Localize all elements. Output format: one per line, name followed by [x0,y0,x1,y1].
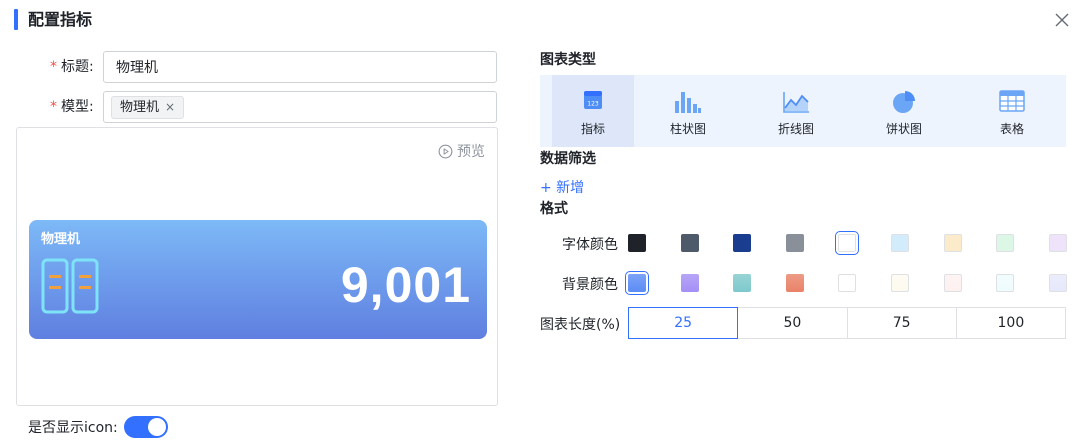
chart-type-label: 指标 [580,122,605,136]
font-color-swatch[interactable] [786,234,804,252]
font-color-swatch[interactable] [628,234,646,252]
close-icon[interactable] [1052,10,1072,30]
card-title: 物理机 [41,232,81,247]
bg-swatch[interactable] [733,274,751,292]
pie-chart-icon [893,91,915,113]
preview-panel: 预览 物理机 9,001 [16,127,498,406]
title-label: * 标题: [50,51,94,83]
bar-chart-icon [675,92,701,113]
tag-close-icon[interactable]: × [165,100,175,114]
title-accent-bar [14,9,18,30]
model-tag-label: 物理机 [120,100,160,115]
chart-type-pie[interactable]: 饼状图 [850,75,958,147]
length-option[interactable]: 75 [847,307,957,339]
font-color-swatch[interactable] [996,234,1014,252]
chart-length-label: 图表长度(%) [540,317,621,333]
bg-swatch[interactable] [1049,274,1067,292]
bg-swatch[interactable] [681,274,699,292]
svg-text:123: 123 [587,101,599,108]
chart-type-label: 表格 [999,122,1024,136]
bg-swatch[interactable] [786,274,804,292]
font-color-label: 字体颜色 [562,237,618,253]
model-label-text: 模型: [61,99,94,115]
chart-type-label: 柱状图 [669,122,706,136]
chart-type-label: 饼状图 [885,122,922,136]
bg-swatch[interactable] [944,274,962,292]
required-mark: * [50,99,57,115]
card-value: 9,001 [340,257,471,313]
length-option[interactable]: 50 [738,307,848,339]
font-color-swatch[interactable] [681,234,699,252]
length-option[interactable]: 25 [628,307,739,339]
chart-type-selector: 123 指标 柱状图 折线图 饼状图 表格 [540,75,1066,147]
indicator-card: 物理机 9,001 [29,220,487,339]
show-icon-label: 是否显示icon: [28,420,118,436]
font-color-swatch[interactable] [944,234,962,252]
length-option[interactable]: 100 [956,307,1066,339]
toggle-knob [147,418,166,436]
dialog-header: 配置指标 [0,0,1080,40]
bg-swatch[interactable] [625,271,649,295]
title-input[interactable] [103,51,497,83]
format-title: 格式 [540,201,568,217]
bg-color-label: 背景颜色 [562,277,618,293]
model-select[interactable]: 物理机 × [103,91,497,123]
chart-length-selector: 25 50 75 100 [628,307,1066,339]
show-icon-toggle[interactable] [123,416,168,438]
indicator-icon: 123 [584,91,602,109]
bg-swatch[interactable] [838,274,856,292]
model-label: * 模型: [50,91,94,123]
server-icon [41,258,99,318]
play-circle-icon [438,144,453,158]
chart-type-title: 图表类型 [540,52,596,68]
add-filter-button[interactable]: + 新增 [540,177,584,197]
chart-type-indicator[interactable]: 123 指标 [552,75,634,147]
show-icon-row: 是否显示icon: [28,416,168,438]
title-label-text: 标题: [61,59,94,75]
preview-button[interactable]: 预览 [438,141,485,161]
font-color-swatch[interactable] [891,234,909,252]
chart-type-table[interactable]: 表格 [958,75,1066,147]
font-color-swatch[interactable] [733,234,751,252]
chart-type-line[interactable]: 折线图 [742,75,850,147]
font-color-swatch[interactable] [1049,234,1067,252]
font-color-swatch[interactable] [835,231,859,255]
chart-type-bar[interactable]: 柱状图 [634,75,742,147]
bg-swatch[interactable] [996,274,1014,292]
dialog-title: 配置指标 [28,10,93,29]
line-chart-icon [783,92,809,113]
preview-label: 预览 [457,144,485,160]
table-icon [999,90,1025,112]
data-filter-title: 数据筛选 [540,151,596,167]
bg-swatch[interactable] [891,274,909,292]
chart-type-label: 折线图 [777,122,814,136]
required-mark: * [50,59,57,75]
model-tag: 物理机 × [111,96,185,119]
